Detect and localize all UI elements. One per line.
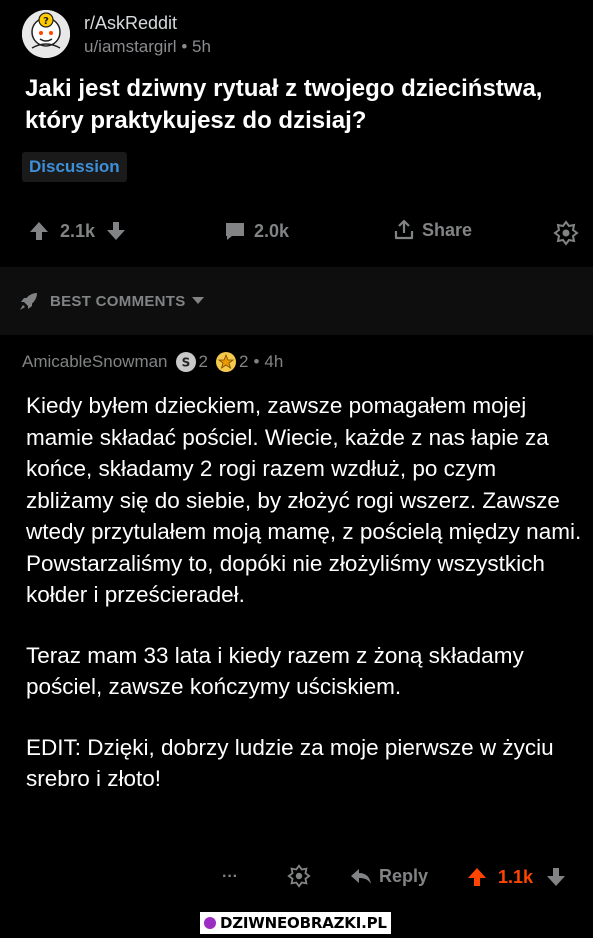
comment-bubble-icon	[226, 223, 244, 240]
comment-vote-group: 1.1k	[466, 866, 567, 888]
comments-button[interactable]: 2.0k	[224, 220, 289, 242]
post-actions: 2.1k 2.0k Share	[0, 216, 593, 250]
downvote-arrow-icon[interactable]	[545, 866, 567, 888]
post-flair[interactable]: Discussion	[22, 152, 127, 182]
subreddit-avatar[interactable]: ?	[22, 10, 70, 58]
downvote-arrow-icon[interactable]	[105, 220, 127, 242]
upvote-arrow-icon[interactable]	[28, 220, 50, 242]
comment-header: AmicableSnowman S 2 2 • 4h	[22, 352, 283, 372]
reply-arrow-icon	[351, 868, 371, 884]
askreddit-logo-icon: ?	[22, 10, 70, 58]
svg-text:?: ?	[43, 16, 49, 27]
post-header: ? r/AskReddit u/iamstargirl • 5h	[22, 10, 211, 58]
comment-paragraph: EDIT: Dzięki, dobrzy ludzie za moje pier…	[26, 734, 554, 792]
comment-sort-dropdown[interactable]: BEST COMMENTS	[18, 290, 204, 312]
share-label: Share	[422, 219, 473, 240]
svg-text:S: S	[181, 356, 190, 370]
comment-count: 2.0k	[254, 220, 290, 241]
comment-paragraph: Teraz mam 33 lata i kiedy razem z żoną s…	[26, 642, 524, 700]
post-score: 2.1k	[60, 220, 96, 241]
comment-body: Kiedy byłem dzieckiem, zawsze pomagałem …	[26, 390, 586, 824]
watermark-logo-icon	[204, 917, 216, 929]
comment-author[interactable]: AmicableSnowman	[22, 352, 168, 372]
share-icon	[394, 219, 414, 240]
more-options-button[interactable]: ···	[222, 868, 238, 886]
byline-separator: •	[181, 37, 193, 56]
site-watermark: DZIWNEOBRAZKI.PL	[200, 912, 391, 934]
comment-score: 1.1k	[498, 866, 534, 887]
reply-label: Reply	[379, 866, 429, 886]
comment-award-button[interactable]	[287, 864, 311, 888]
award-icon	[287, 864, 311, 888]
header-separator: •	[253, 352, 260, 371]
gold-award-icon	[215, 352, 236, 372]
sort-label: BEST COMMENTS	[50, 292, 186, 310]
post-title[interactable]: Jaki jest dziwny rytuał z twojego dzieci…	[25, 73, 585, 137]
share-button[interactable]: Share	[392, 218, 472, 242]
post-byline: u/iamstargirl • 5h	[84, 36, 211, 58]
award-icon	[553, 220, 579, 246]
comment-paragraph: Kiedy byłem dzieckiem, zawsze pomagałem …	[26, 393, 582, 607]
comment-age: 4h	[264, 352, 284, 371]
gold-count: 2	[238, 352, 249, 371]
subreddit-link[interactable]: r/AskReddit	[84, 12, 211, 34]
upvote-arrow-icon[interactable]	[466, 866, 488, 888]
rocket-icon	[20, 293, 37, 310]
silver-count: 2	[198, 352, 208, 371]
comment-actions: ··· Reply 1.1k	[0, 860, 593, 896]
post-author[interactable]: u/iamstargirl	[84, 37, 177, 56]
watermark-text: DZIWNEOBRAZKI.PL	[220, 914, 387, 932]
reply-button[interactable]: Reply	[349, 866, 428, 887]
silver-award-icon: S	[175, 352, 196, 372]
post-award-button[interactable]	[553, 220, 579, 246]
post-age: 5h	[192, 37, 211, 56]
chevron-down-icon	[191, 297, 204, 304]
vote-group: 2.1k	[28, 220, 127, 242]
